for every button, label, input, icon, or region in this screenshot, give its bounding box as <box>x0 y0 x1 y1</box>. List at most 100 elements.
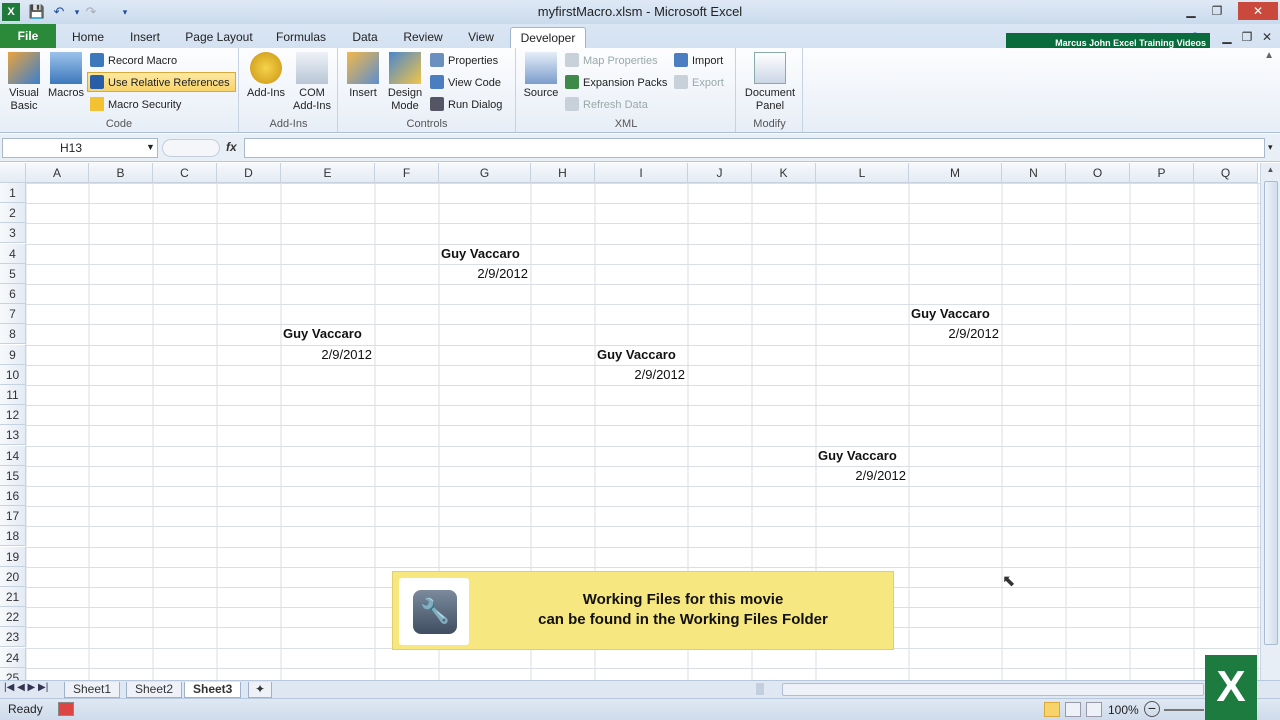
tab-developer[interactable]: Developer <box>510 27 586 48</box>
workbook-close-icon[interactable]: ✕ <box>1254 28 1280 46</box>
row-header-14[interactable]: 14 <box>0 446 26 466</box>
row-header-11[interactable]: 11 <box>0 385 26 405</box>
row-header-22[interactable]: 22 <box>0 607 26 627</box>
properties-button[interactable]: Properties <box>430 51 498 71</box>
design-mode-button[interactable]: Design Mode <box>385 52 425 113</box>
sheet-tab-1[interactable]: Sheet1 <box>64 682 121 698</box>
row-header-7[interactable]: 7 <box>0 304 26 324</box>
expand-formula-bar-icon[interactable]: ▾ <box>1268 142 1273 153</box>
row-header-15[interactable]: 15 <box>0 466 26 486</box>
tab-insert[interactable]: Insert <box>120 27 170 48</box>
add-ins-button[interactable]: Add-Ins <box>244 52 288 100</box>
cell-g5[interactable]: 2/9/2012 <box>439 266 528 281</box>
row-header-9[interactable]: 9 <box>0 345 26 365</box>
document-panel-button[interactable]: Document Panel <box>740 52 800 113</box>
cell-e8[interactable]: Guy Vaccaro <box>283 326 362 341</box>
cell-m7[interactable]: Guy Vaccaro <box>911 306 990 321</box>
macro-security-button[interactable]: Macro Security <box>90 95 181 115</box>
column-header-n[interactable]: N <box>1002 163 1066 183</box>
tab-formulas[interactable]: Formulas <box>268 27 334 48</box>
formula-input[interactable] <box>244 138 1265 158</box>
tab-file[interactable]: File <box>0 24 56 48</box>
vertical-scrollbar[interactable]: ▲ <box>1260 163 1280 680</box>
row-header-4[interactable]: 4 <box>0 244 26 264</box>
name-box[interactable]: H13 <box>2 138 158 158</box>
zoom-slider[interactable] <box>1164 709 1204 711</box>
refresh-data-button[interactable]: Refresh Data <box>565 95 648 115</box>
row-header-5[interactable]: 5 <box>0 264 26 284</box>
row-header-23[interactable]: 23 <box>0 627 26 647</box>
macro-recording-icon[interactable] <box>58 702 74 716</box>
column-header-q[interactable]: Q <box>1194 163 1258 183</box>
column-header-a[interactable]: A <box>26 163 89 183</box>
row-header-25[interactable]: 25 <box>0 668 26 680</box>
import-button[interactable]: Import <box>674 51 723 71</box>
minimize-icon[interactable]: ▁ <box>1178 2 1204 20</box>
row-header-24[interactable]: 24 <box>0 648 26 668</box>
close-icon[interactable]: ✕ <box>1238 2 1278 20</box>
column-header-j[interactable]: J <box>688 163 752 183</box>
zoom-out-icon[interactable]: − <box>1144 701 1160 717</box>
sheet-tab-2[interactable]: Sheet2 <box>126 682 183 698</box>
scroll-up-icon[interactable]: ▲ <box>1263 165 1278 179</box>
column-header-d[interactable]: D <box>217 163 281 183</box>
row-header-20[interactable]: 20 <box>0 567 26 587</box>
page-break-view-icon[interactable] <box>1086 702 1102 717</box>
cell-m8[interactable]: 2/9/2012 <box>909 326 999 341</box>
com-add-ins-button[interactable]: COM Add-Ins <box>290 52 334 113</box>
tab-view[interactable]: View <box>458 27 504 48</box>
export-button[interactable]: Export <box>674 73 724 93</box>
cell-g4[interactable]: Guy Vaccaro <box>441 246 520 261</box>
use-relative-references-button[interactable]: Use Relative References <box>87 72 236 92</box>
normal-view-icon[interactable] <box>1044 702 1060 717</box>
zoom-level[interactable]: 100% <box>1108 703 1139 717</box>
row-header-21[interactable]: 21 <box>0 587 26 607</box>
column-header-o[interactable]: O <box>1066 163 1130 183</box>
restore-icon[interactable]: ❐ <box>1204 2 1230 20</box>
column-header-k[interactable]: K <box>752 163 816 183</box>
cell-l15[interactable]: 2/9/2012 <box>816 468 906 483</box>
tab-review[interactable]: Review <box>396 27 450 48</box>
column-header-l[interactable]: L <box>816 163 909 183</box>
insert-control-button[interactable]: Insert <box>345 52 381 100</box>
row-header-16[interactable]: 16 <box>0 486 26 506</box>
row-header-3[interactable]: 3 <box>0 223 26 243</box>
tab-split-handle[interactable] <box>756 683 764 695</box>
visual-basic-button[interactable]: Visual Basic <box>4 52 44 113</box>
row-header-13[interactable]: 13 <box>0 425 26 445</box>
row-header-19[interactable]: 19 <box>0 547 26 567</box>
row-header-18[interactable]: 18 <box>0 526 26 546</box>
column-header-h[interactable]: H <box>531 163 595 183</box>
row-header-10[interactable]: 10 <box>0 365 26 385</box>
source-button[interactable]: Source <box>521 52 561 100</box>
insert-sheet-icon[interactable]: ✦ <box>248 682 273 698</box>
column-header-c[interactable]: C <box>153 163 217 183</box>
map-properties-button[interactable]: Map Properties <box>565 51 658 71</box>
column-header-e[interactable]: E <box>281 163 375 183</box>
column-header-b[interactable]: B <box>89 163 153 183</box>
cell-i10[interactable]: 2/9/2012 <box>595 367 685 382</box>
row-header-2[interactable]: 2 <box>0 203 26 223</box>
column-header-m[interactable]: M <box>909 163 1002 183</box>
name-box-dropdown-icon[interactable]: ▼ <box>146 142 155 152</box>
row-header-6[interactable]: 6 <box>0 284 26 304</box>
row-header-12[interactable]: 12 <box>0 405 26 425</box>
insert-function-icon[interactable]: fx <box>226 140 237 154</box>
vertical-scroll-thumb[interactable] <box>1264 181 1278 645</box>
horizontal-scrollbar[interactable] <box>782 683 1204 696</box>
tab-page-layout[interactable]: Page Layout <box>178 27 260 48</box>
tab-data[interactable]: Data <box>342 27 388 48</box>
column-header-f[interactable]: F <box>375 163 439 183</box>
cell-l14[interactable]: Guy Vaccaro <box>818 448 897 463</box>
sheet-nav-icons[interactable]: |◀ ◀ ▶ ▶| <box>4 682 48 693</box>
run-dialog-button[interactable]: Run Dialog <box>430 95 502 115</box>
row-header-1[interactable]: 1 <box>0 183 26 203</box>
row-header-17[interactable]: 17 <box>0 506 26 526</box>
page-layout-view-icon[interactable] <box>1065 702 1081 717</box>
row-header-8[interactable]: 8 <box>0 324 26 344</box>
record-macro-button[interactable]: Record Macro <box>90 51 177 71</box>
tab-home[interactable]: Home <box>62 27 114 48</box>
column-header-p[interactable]: P <box>1130 163 1194 183</box>
column-header-g[interactable]: G <box>439 163 531 183</box>
cell-e9[interactable]: 2/9/2012 <box>281 347 372 362</box>
